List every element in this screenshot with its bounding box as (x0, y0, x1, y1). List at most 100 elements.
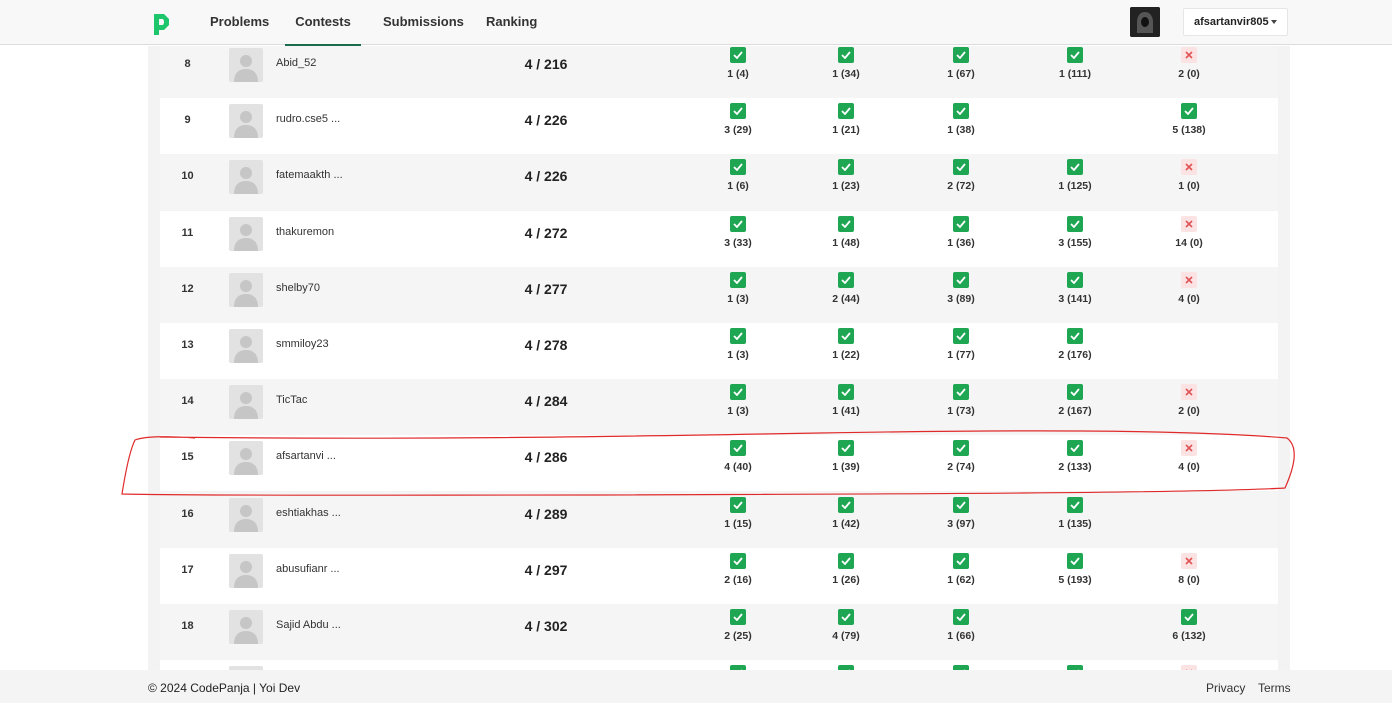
default-avatar-icon[interactable] (229, 104, 263, 139)
problem-result-cell: 3 (29) (708, 103, 768, 136)
attempts-time-text: 1 (66) (947, 630, 975, 642)
user-name-link[interactable]: thakuremon (276, 226, 334, 238)
problem-result-cell: 1 (135) (1045, 496, 1105, 530)
attempts-time-text: 1 (3) (727, 349, 749, 361)
accepted-check-icon (953, 609, 969, 625)
attempts-time-text: 1 (3) (727, 292, 749, 305)
attempts-time-text: 1 (125) (1058, 180, 1092, 193)
attempts-time-text: 4 (0) (1178, 292, 1200, 305)
problem-result-cell: 1 (66) (931, 609, 991, 642)
solved-penalty-score: 4 / 297 (524, 561, 568, 578)
attempts-time-text: 2 (133) (1058, 461, 1092, 474)
attempts-time-text: 1 (48) (832, 236, 860, 249)
attempts-time-text: 1 (62) (947, 573, 975, 586)
problem-result-cell: 1 (23) (816, 159, 876, 192)
nav-tab-problems[interactable]: Problems (210, 0, 269, 44)
user-name-link[interactable]: Sajid Abdu ... (276, 619, 341, 631)
problem-result-cell: 1 (42) (816, 496, 876, 530)
default-avatar-icon[interactable] (229, 553, 263, 588)
problem-result-cell: 2 (16) (708, 552, 768, 586)
user-name-link[interactable]: shelby70 (276, 282, 320, 294)
rank-number: 11 (181, 226, 194, 239)
problem-result-cell: 1 (3) (708, 271, 768, 305)
table-row: 16 eshtiakhas ... 4 / 289 1 (15) 1 (42) 3 (97… (160, 491, 1278, 548)
accepted-check-icon (1067, 215, 1083, 232)
accepted-check-icon (953, 440, 969, 457)
user-name-link[interactable]: Abid_52 (276, 57, 316, 69)
attempts-time-text: 2 (0) (1178, 68, 1200, 80)
default-avatar-icon[interactable] (229, 441, 263, 476)
accepted-check-icon (838, 159, 854, 176)
user-avatar[interactable] (1130, 7, 1160, 37)
accepted-check-icon (953, 215, 969, 232)
default-avatar-icon[interactable] (229, 216, 263, 251)
accepted-check-icon (730, 328, 746, 344)
problem-result-cell: 1 (73) (931, 384, 991, 417)
attempts-time-text: 1 (0) (1178, 180, 1200, 193)
accepted-check-icon (730, 384, 746, 401)
problem-result-cell: 1 (21) (816, 103, 876, 136)
accepted-check-icon (730, 609, 746, 625)
codepanja-logo-icon[interactable] (150, 11, 172, 37)
nav-tab-ranking[interactable]: Ranking (486, 0, 537, 44)
default-avatar-icon[interactable] (229, 160, 263, 195)
accepted-check-icon (1067, 47, 1083, 63)
default-avatar-icon[interactable] (229, 610, 263, 644)
wrong-answer-x-icon (1181, 271, 1197, 288)
attempts-time-text: 1 (111) (1058, 68, 1092, 80)
problem-result-cell: 1 (0) (1159, 159, 1219, 192)
wrong-answer-x-icon (1181, 384, 1197, 401)
user-name-link[interactable]: smmiloy23 (276, 338, 329, 350)
top-navbar: Problems Contests Submissions Ranking af… (0, 0, 1392, 46)
problem-result-cell: 1 (3) (708, 384, 768, 417)
user-name-link[interactable]: afsartanvi ... (276, 450, 336, 462)
problem-result-cell: 1 (125) (1045, 159, 1105, 192)
problem-result-cell: 1 (36) (931, 215, 991, 249)
table-row: 18 Sajid Abdu ... 4 / 302 2 (25) 4 (79) 1 (66… (160, 604, 1278, 660)
wrong-answer-x-icon (1181, 552, 1197, 569)
default-avatar-icon[interactable] (229, 497, 263, 532)
problem-result-cell: 14 (0) (1159, 215, 1219, 249)
nav-tab-contests[interactable]: Contests (285, 0, 361, 46)
user-name-link[interactable]: fatemaakth ... (276, 169, 343, 181)
accepted-check-icon (953, 384, 969, 401)
attempts-time-text: 2 (0) (1178, 405, 1200, 418)
attempts-time-text: 1 (15) (724, 517, 752, 530)
rank-number: 12 (181, 282, 194, 295)
default-avatar-icon[interactable] (229, 329, 263, 363)
problem-result-cell: 5 (193) (1045, 552, 1105, 586)
default-avatar-icon[interactable] (229, 272, 263, 307)
attempts-time-text: 1 (41) (832, 405, 860, 418)
rank-number: 15 (181, 451, 194, 464)
default-avatar-icon[interactable] (229, 48, 263, 82)
table-row: 10 fatemaakth ... 4 / 226 1 (6) 1 (23) 2 (72)… (160, 154, 1278, 211)
user-name-link[interactable]: rudro.cse5 ... (276, 113, 340, 125)
user-name-link[interactable]: abusufianr ... (276, 563, 340, 575)
problem-result-cell: 2 (176) (1045, 328, 1105, 361)
accepted-check-icon (1067, 496, 1083, 513)
wrong-answer-x-icon (1181, 440, 1197, 457)
accepted-check-icon (838, 271, 854, 288)
terms-link[interactable]: Terms (1258, 681, 1291, 695)
attempts-time-text: 14 (0) (1175, 236, 1203, 249)
user-name-link[interactable]: TicTac (276, 394, 307, 406)
privacy-link[interactable]: Privacy (1206, 681, 1245, 695)
ranking-table: 8 Abid_52 4 / 216 1 (4) 1 (34) 1 (67) 1 (111) 2… (148, 46, 1290, 670)
default-avatar-icon[interactable] (229, 385, 263, 420)
user-name-link[interactable]: eshtiakhas ... (276, 507, 341, 519)
problem-result-cell: 3 (141) (1045, 271, 1105, 305)
problem-result-cell: 1 (34) (816, 47, 876, 80)
problem-result-cell: 1 (39) (816, 440, 876, 473)
user-menu-dropdown[interactable]: afsartanvir805 (1183, 8, 1288, 36)
table-row: 17 abusufianr ... 4 / 297 2 (16) 1 (26) 1 (62… (160, 547, 1278, 604)
accepted-check-icon (1067, 271, 1083, 288)
attempts-time-text: 2 (44) (832, 292, 860, 305)
accepted-check-icon (953, 159, 969, 176)
attempts-time-text: 2 (167) (1058, 405, 1092, 418)
rank-number: 18 (181, 620, 194, 632)
nav-tab-submissions[interactable]: Submissions (383, 0, 464, 44)
table-row (160, 660, 1278, 670)
problem-result-cell: 4 (79) (816, 609, 876, 642)
problem-result-cell: 2 (0) (1159, 384, 1219, 417)
accepted-check-icon (838, 440, 854, 457)
